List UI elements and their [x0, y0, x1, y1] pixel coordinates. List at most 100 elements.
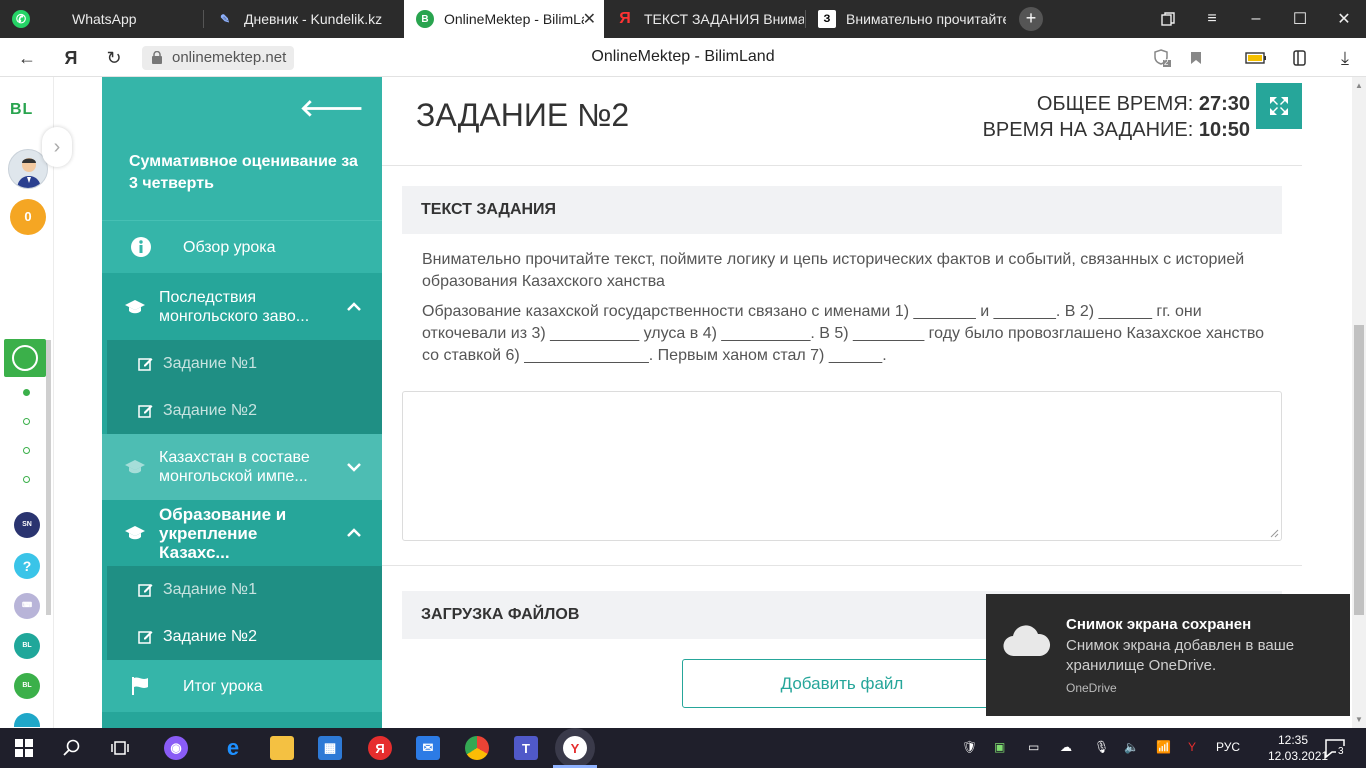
- maximize-button[interactable]: ☐: [1278, 0, 1322, 38]
- alice-icon[interactable]: ◉: [164, 736, 188, 760]
- store-icon[interactable]: ▦: [318, 736, 342, 760]
- reload-icon[interactable]: ↻: [102, 46, 126, 70]
- notification-center-icon[interactable]: 3: [1324, 737, 1346, 759]
- tab-znanija[interactable]: З Внимательно прочитайте: [806, 0, 1006, 38]
- back-arrow-icon[interactable]: 🡐: [300, 93, 364, 123]
- task-view-icon[interactable]: [108, 736, 132, 760]
- task-title: ЗАДАНИЕ №2: [416, 97, 630, 133]
- sidebar-section-mongol-empire[interactable]: Казахстан в составе монгольской импе...: [102, 434, 382, 500]
- bilimland-app-icon[interactable]: BL: [14, 633, 40, 659]
- tab-whatsapp[interactable]: ✆ WhatsApp: [0, 0, 200, 38]
- url-field[interactable]: onlinemektep.net: [142, 46, 295, 70]
- collections-icon[interactable]: [1288, 46, 1312, 70]
- page-dot-4[interactable]: [23, 476, 30, 483]
- yandex-browser-icon[interactable]: Я: [368, 736, 392, 760]
- tabs-overview-icon[interactable]: [1146, 0, 1190, 38]
- tab-label: WhatsApp: [72, 11, 137, 27]
- task-time-value: 10:50: [1198, 119, 1250, 141]
- address-bar: ← Я ↻ onlinemektep.net OnlineMektep - Bi…: [0, 38, 1366, 77]
- rail-scrollbar[interactable]: [46, 340, 51, 615]
- sidebar-section-mongol-consequences[interactable]: Последствия монгольского заво...: [102, 273, 382, 340]
- defender-icon[interactable]: 🛡: [962, 740, 977, 754]
- battery-icon[interactable]: [1244, 46, 1268, 70]
- yandex-home-icon[interactable]: Я: [59, 46, 83, 70]
- bookmark-icon[interactable]: [1184, 46, 1208, 70]
- windows-start-icon[interactable]: [12, 736, 36, 760]
- expand-rail-button[interactable]: ›: [42, 127, 72, 167]
- close-window-button[interactable]: ✕: [1322, 0, 1366, 38]
- battery-tray-icon[interactable]: ▭: [1028, 740, 1039, 754]
- task-text-header: ТЕКСТ ЗАДАНИЯ: [402, 186, 1282, 234]
- lock-icon: [152, 51, 162, 64]
- page-dot-2[interactable]: [23, 418, 30, 425]
- sidebar-item-overview[interactable]: Обзор урока: [102, 220, 382, 273]
- add-file-button[interactable]: Добавить файл: [682, 659, 1002, 708]
- new-tab-button[interactable]: +: [1019, 7, 1043, 31]
- sidebar-header: 🡐 Суммативное оценивание за 3 четверть: [102, 77, 382, 220]
- scroll-up-icon[interactable]: ▲: [1355, 81, 1363, 90]
- bilimland-green-app-icon[interactable]: BL: [14, 673, 40, 699]
- yandex-active-icon[interactable]: Y: [563, 736, 587, 760]
- sidebar-section-kazakh-khanate[interactable]: Образование и укрепление Казахс...: [102, 500, 382, 566]
- bilimland-logo[interactable]: BL: [10, 101, 33, 119]
- camera-icon[interactable]: ▣: [994, 740, 1005, 754]
- close-tab-icon[interactable]: ✕: [583, 9, 596, 29]
- onedrive-tray-icon[interactable]: ☁: [1060, 740, 1072, 754]
- teams-icon[interactable]: T: [514, 736, 538, 760]
- tab-kundelik[interactable]: ✎ Дневник - Kundelik.kz: [204, 0, 404, 38]
- page-scrollbar[interactable]: ▲ ▼: [1352, 77, 1366, 728]
- yandex-tray-icon[interactable]: Y: [1188, 740, 1196, 754]
- graduation-cap-icon: [125, 526, 145, 540]
- answer-textarea[interactable]: [402, 391, 1282, 541]
- edit-icon: [138, 631, 153, 644]
- fullscreen-button[interactable]: [1256, 83, 1302, 129]
- tab-onlinemektep[interactable]: B OnlineMektep - BilimLand ✕: [404, 0, 604, 38]
- notification-title: Снимок экрана сохранен: [1066, 616, 1252, 633]
- protect-icon[interactable]: 2: [1150, 46, 1174, 70]
- resize-grip-icon[interactable]: [1270, 529, 1279, 538]
- language-indicator[interactable]: РУС: [1216, 740, 1240, 754]
- page-dot-1[interactable]: [23, 389, 30, 396]
- edit-icon: [138, 358, 153, 371]
- whatsapp-icon: ✆: [12, 10, 30, 28]
- clock[interactable]: 12:35 12.03.2021: [1268, 732, 1328, 764]
- menu-icon[interactable]: ≡: [1190, 0, 1234, 38]
- smart-nation-icon[interactable]: SN: [14, 512, 40, 538]
- file-explorer-icon[interactable]: [270, 736, 294, 760]
- mail-icon[interactable]: ✉: [416, 736, 440, 760]
- scrollbar-thumb[interactable]: [1354, 325, 1364, 615]
- bilimland-blue-app-icon[interactable]: [14, 713, 40, 727]
- sidebar-task-1[interactable]: Задание №1: [107, 340, 382, 387]
- sidebar-task-1[interactable]: Задание №1: [107, 566, 382, 613]
- edge-icon[interactable]: e: [221, 735, 245, 760]
- chrome-icon[interactable]: [465, 736, 489, 760]
- microphone-icon[interactable]: 🎙: [1094, 740, 1109, 754]
- onedrive-notification[interactable]: Снимок экрана сохранен Снимок экрана доб…: [986, 594, 1350, 716]
- tab-label: ТЕКСТ ЗАДАНИЯ Внимательно: [644, 11, 804, 27]
- score-badge[interactable]: 0: [10, 199, 46, 235]
- scroll-down-icon[interactable]: ▼: [1355, 715, 1363, 724]
- sidebar-item-summary[interactable]: Итог урока: [102, 660, 382, 712]
- volume-icon[interactable]: 🔈: [1124, 740, 1139, 754]
- back-arrow-icon[interactable]: ←: [15, 46, 39, 70]
- total-time-value: 27:30: [1198, 93, 1250, 115]
- help-icon[interactable]: ?: [14, 553, 40, 579]
- onlinemektep-app-icon[interactable]: [4, 339, 46, 377]
- sidebar-task-2-active[interactable]: Задание №2: [107, 613, 382, 660]
- expand-icon: [1270, 97, 1288, 115]
- edit-icon: [138, 584, 153, 597]
- znanija-icon: З: [818, 10, 836, 28]
- tab-yandex[interactable]: Я ТЕКСТ ЗАДАНИЯ Внимательно: [604, 0, 804, 38]
- wifi-icon[interactable]: 📶: [1156, 740, 1171, 754]
- keyboard-icon[interactable]: ⌨: [14, 593, 40, 619]
- chevron-up-icon: [347, 301, 361, 311]
- sidebar-section-label: Образование и укрепление Казахс...: [159, 504, 287, 562]
- bilimland-icon: B: [416, 10, 434, 28]
- download-icon[interactable]: ⤓: [1333, 46, 1357, 70]
- chevron-up-icon: [347, 528, 361, 537]
- minimize-button[interactable]: –: [1234, 0, 1278, 38]
- sidebar-task-2[interactable]: Задание №2: [107, 387, 382, 434]
- graduation-cap-icon: [125, 460, 145, 474]
- page-dot-3[interactable]: [23, 447, 30, 454]
- search-icon[interactable]: [60, 736, 84, 760]
